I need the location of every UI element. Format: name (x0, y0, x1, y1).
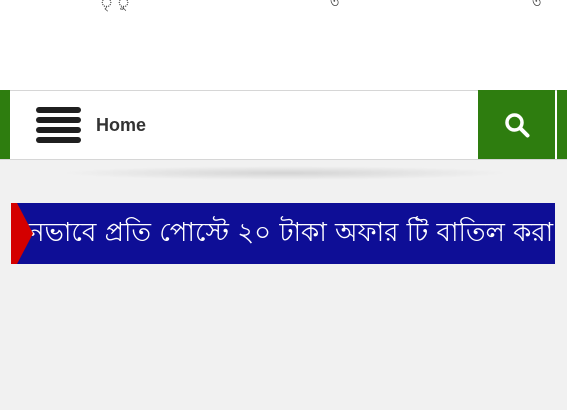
header-text-fragment: ৃ ু (100, 0, 131, 11)
ticker-arrow-icon (11, 203, 33, 264)
search-icon (505, 113, 530, 138)
menu-line (36, 117, 81, 123)
search-button[interactable] (478, 90, 555, 159)
header-text-fragment: ৩ (330, 0, 340, 11)
hamburger-menu-icon[interactable] (36, 107, 82, 143)
menu-line (36, 127, 81, 133)
menu-line (36, 137, 81, 143)
nav-shadow (60, 166, 510, 180)
news-ticker[interactable]: নভাবে প্রতি পোস্টে ২০ টাকা অফার টি বাতিল… (11, 203, 555, 264)
ticker-text[interactable]: নভাবে প্রতি পোস্টে ২০ টাকা অফার টি বাতিল… (29, 216, 555, 250)
home-link[interactable]: Home (96, 114, 146, 136)
nav-right-accent (557, 90, 567, 159)
header-text-fragment: ৩ (532, 0, 542, 11)
header-area: ৃ ু ৩ ৩ (0, 0, 567, 90)
menu-line (36, 107, 81, 113)
nav-left-accent (0, 90, 10, 159)
